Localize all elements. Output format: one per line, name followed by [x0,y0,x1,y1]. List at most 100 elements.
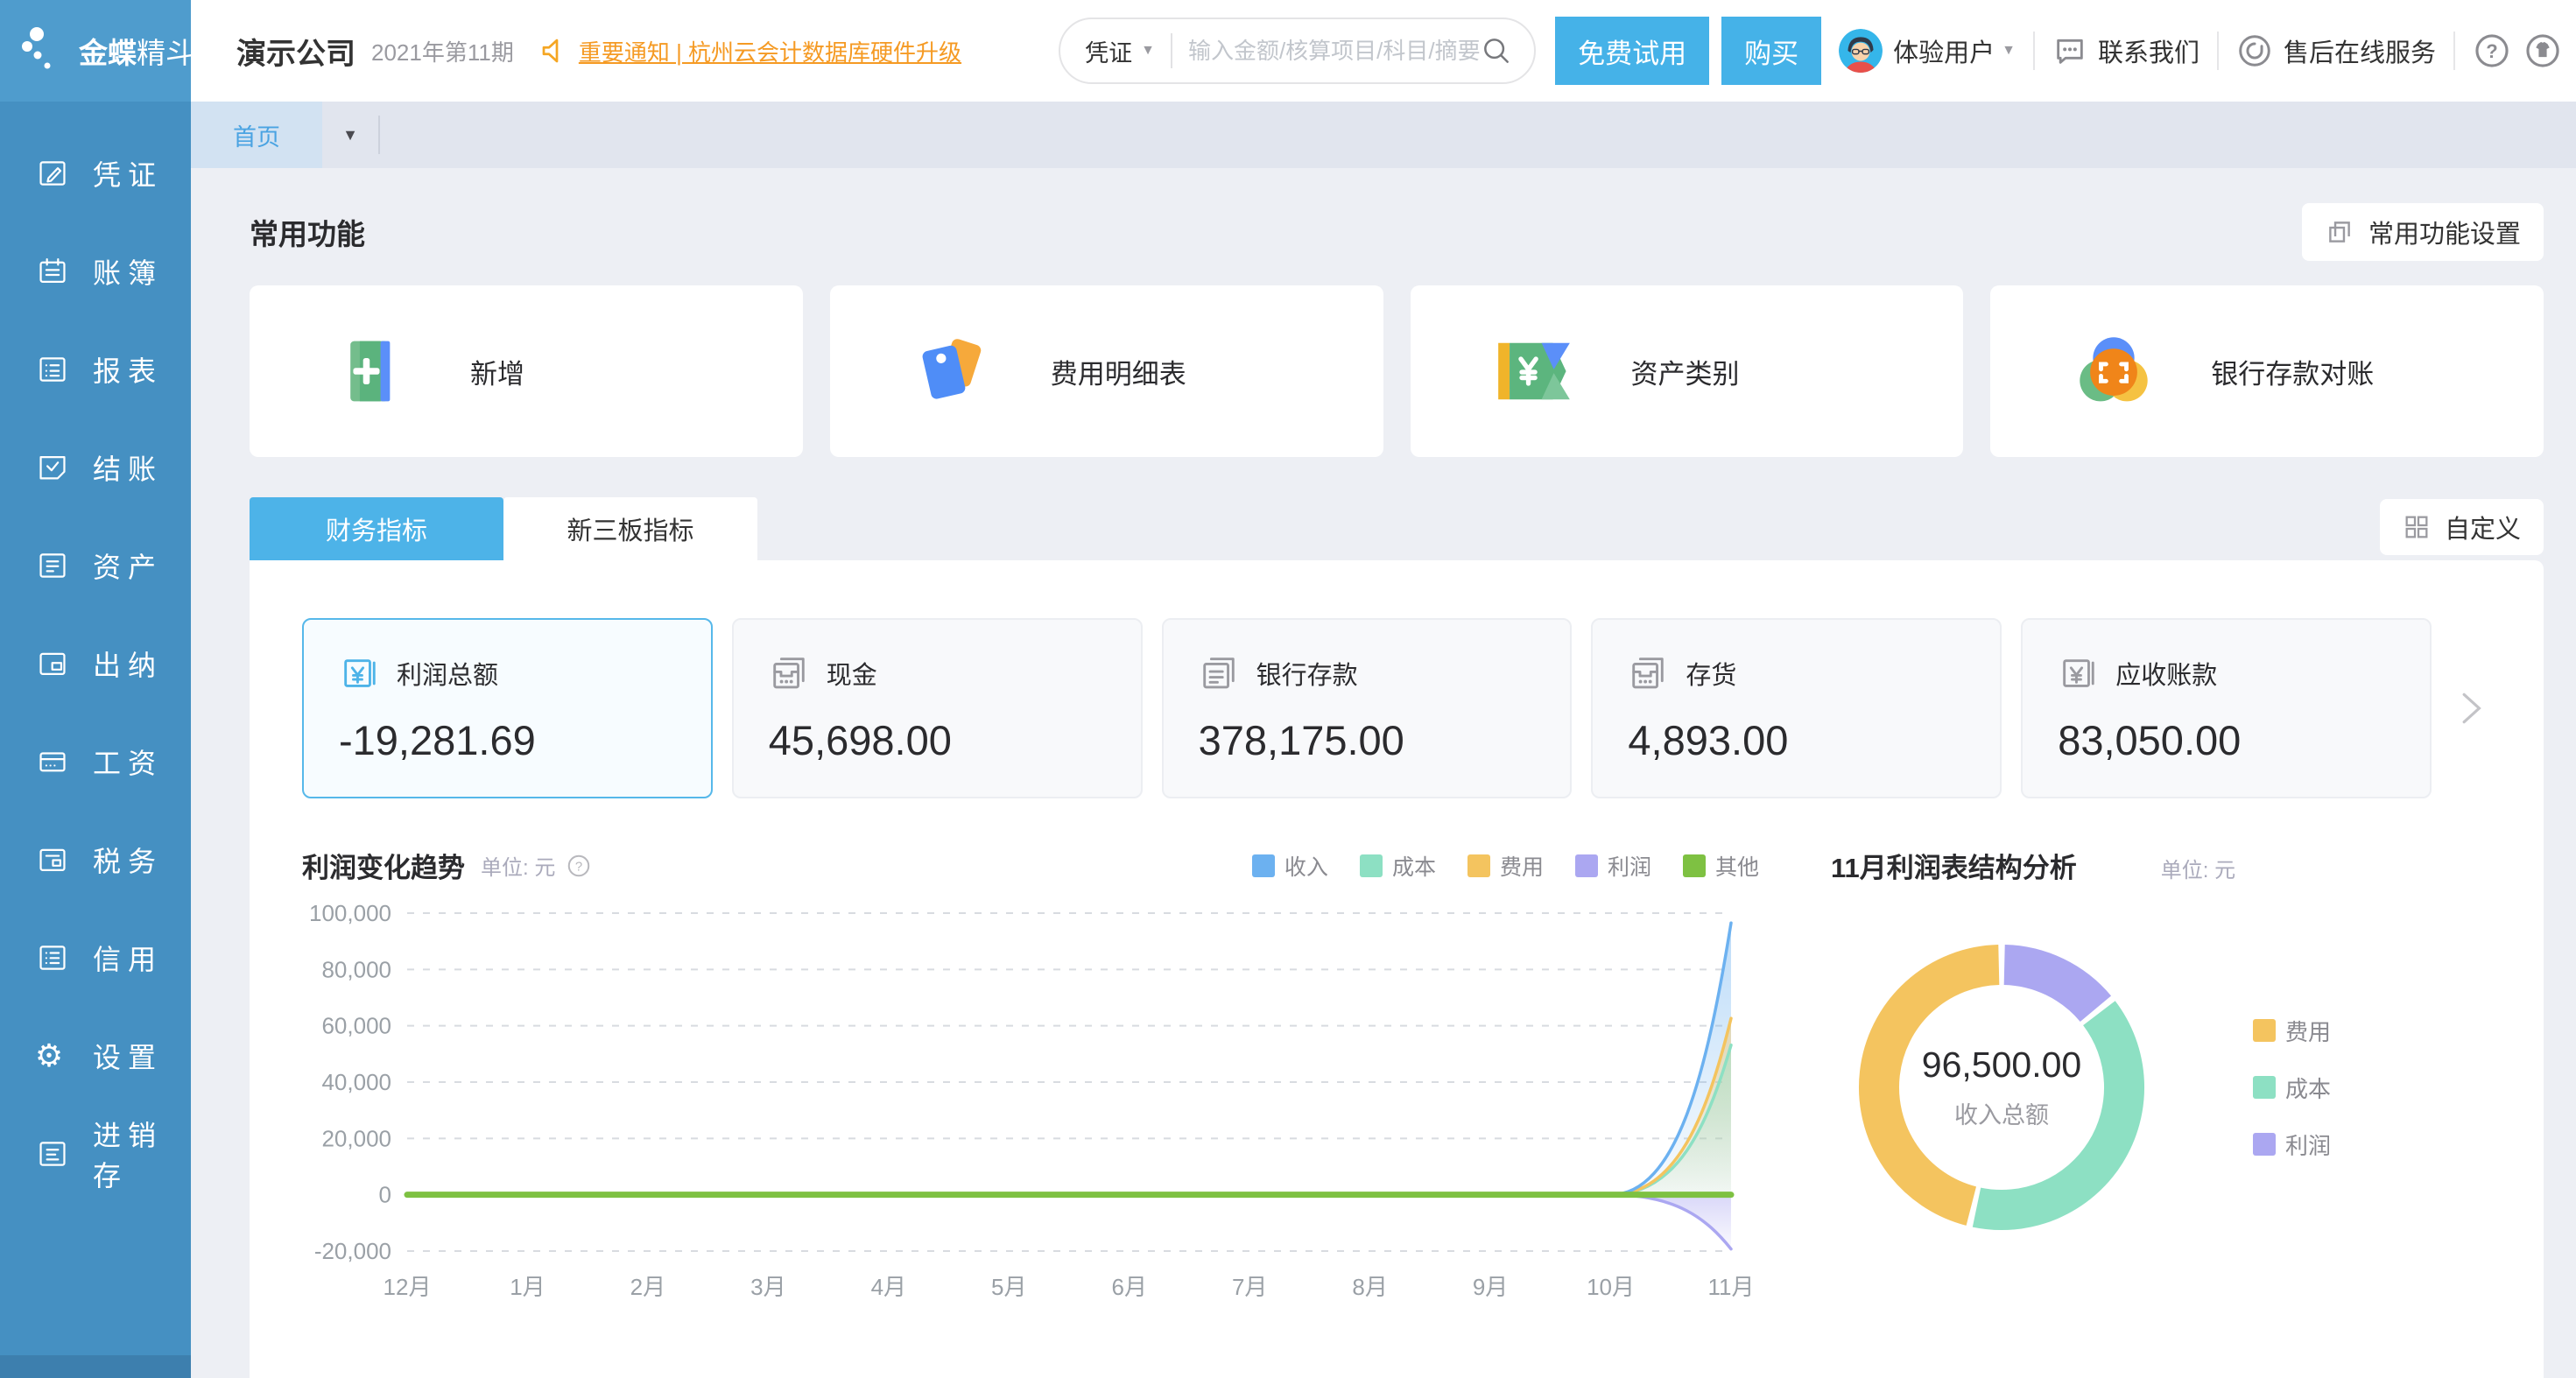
gear-icon: ⚙ [35,1038,70,1073]
brand-name-light: 精斗云 [137,37,223,69]
metric-cards-row: 利润总额 -19,281.69 现金 45,698.00 银行存款 378,17… [302,618,2491,798]
search-icon[interactable] [1480,34,1513,67]
quick-card-费用明细表[interactable]: 费用明细表 [830,285,1383,457]
tab-dropdown-button[interactable]: ▼ [322,102,378,168]
legend-swatch [2253,1019,2276,1042]
sidebar-item-设置[interactable]: ⚙ 设置 [0,1007,191,1105]
line-chart-legend: 收入 成本 费用 利润 其他 [1252,850,1759,882]
sidebar-item-label: 账簿 [93,251,163,292]
brand-logo[interactable]: 金蝶精斗云 [0,0,191,102]
legend-item-成本[interactable]: 成本 [1360,850,1436,882]
indicator-tabs: 财务指标 新三板指标 [250,497,757,560]
income-structure-header: 11月利润表结构分析 单位: 元 [1831,846,2491,885]
sidebar-item-工资[interactable]: 工资 [0,713,191,811]
quick-card-label: 新增 [470,352,524,391]
cash-drawer-icon [1628,653,1668,693]
brand-name: 金蝶精斗云 [79,30,223,72]
speaker-icon [538,35,570,67]
metric-card-label: 利润总额 [397,655,498,692]
quick-functions-header: 常用功能 常用功能设置 [250,203,2544,261]
metric-card-利润总额[interactable]: 利润总额 -19,281.69 [302,618,713,798]
sidebar-item-结账[interactable]: 结账 [0,418,191,517]
user-name-label: 体验用户 [1893,32,1995,69]
legend-item-费用[interactable]: 费用 [1467,850,1544,882]
profit-trend-header: 利润变化趋势 单位: 元 ? 收入 成本 费用 利润 [302,846,1773,885]
salary-icon [35,744,70,779]
free-trial-button[interactable]: 免费试用 [1555,17,1709,85]
tab-neeq-indicators[interactable]: 新三板指标 [503,497,757,560]
sidebar-item-进销存[interactable]: 进销存 [0,1105,191,1203]
customize-button[interactable]: 自定义 [2380,499,2544,555]
search-category-dropdown[interactable]: 凭证 ▼ [1085,34,1155,68]
donut-legend-item-利润[interactable]: 利润 [2253,1128,2331,1161]
quick-card-新增[interactable]: 新增 [250,285,803,457]
legend-item-收入[interactable]: 收入 [1252,850,1328,882]
notice-link[interactable]: 重要通知 | 杭州云会计数据库硬件升级 [579,35,961,67]
svg-text:100,000: 100,000 [309,900,391,926]
quick-card-label: 资产类别 [1631,352,1740,391]
metrics-scroll-right-button[interactable] [2451,689,2491,728]
metric-card-value: 83,050.00 [2058,716,2430,764]
buy-button[interactable]: 购买 [1721,17,1821,85]
tab-financial-indicators[interactable]: 财务指标 [250,497,503,560]
copy-icon [2325,217,2354,247]
sidebar-item-凭证[interactable]: 凭证 [0,124,191,222]
profit-trend-line-chart[interactable]: 100,00080,00060,00040,00020,0000-20,0001… [302,897,1756,1309]
legend-item-利润[interactable]: 利润 [1575,850,1651,882]
after-sales-label: 售后在线服务 [2284,32,2436,69]
metric-card-现金[interactable]: 现金 45,698.00 [732,618,1143,798]
income-structure-chart-block: 11月利润表结构分析 单位: 元 96,500.00 收入总额 费用 成本 利润 [1773,846,2491,1309]
donut-legend-item-成本[interactable]: 成本 [2253,1072,2331,1104]
header: 演示公司 2021年第11期 重要通知 | 杭州云会计数据库硬件升级 凭证 ▼ … [191,0,2576,102]
help-icon[interactable]: ? [2473,32,2511,70]
yen-doc-icon [2058,653,2098,693]
metric-card-存货[interactable]: 存货 4,893.00 [1591,618,2002,798]
metric-card-header: 银行存款 [1199,653,1571,693]
metric-card-header: 应收账款 [2058,653,2430,693]
legend-item-其他[interactable]: 其他 [1683,850,1759,882]
contact-us-link[interactable]: 联系我们 [2052,32,2199,69]
user-menu[interactable]: 体验用户 ▼ [1893,32,2016,69]
sidebar-item-账簿[interactable]: 账簿 [0,222,191,320]
sidebar-item-报表[interactable]: 报表 [0,320,191,418]
profit-trend-chart-block: 利润变化趋势 单位: 元 ? 收入 成本 费用 利润 [302,846,1773,1309]
metric-card-应收账款[interactable]: 应收账款 83,050.00 [2021,618,2432,798]
svg-text:?: ? [2486,40,2497,62]
accounting-period: 2021年第11期 [371,35,514,67]
page-tabbar: 首页 ▼ [191,102,2576,168]
after-sales-link[interactable]: 售后在线服务 [2236,32,2436,69]
svg-text:6月: 6月 [1111,1274,1146,1300]
sidebar-item-出纳[interactable]: 出纳 [0,615,191,713]
svg-text:0: 0 [379,1182,391,1208]
voucher-icon [35,156,70,191]
profit-trend-unit: 单位: 元 [481,850,555,881]
sidebar-item-信用[interactable]: 信用 [0,909,191,1007]
profit-trend-title: 利润变化趋势 [302,846,465,885]
help-circle-icon[interactable]: ? [566,853,592,879]
sidebar-menu: 凭证 账簿 报表 结账 资产 出纳 工资 税务 信用⚙ 设置 [0,102,191,1203]
customize-label: 自定义 [2445,509,2521,545]
legend-label: 成本 [1392,850,1436,882]
avatar[interactable] [1839,29,1883,73]
quick-card-label: 费用明细表 [1051,352,1186,391]
sidebar-item-label: 工资 [93,742,163,782]
metric-card-银行存款[interactable]: 银行存款 378,175.00 [1162,618,1573,798]
legend-swatch [2253,1076,2276,1099]
search-input[interactable] [1188,38,1480,65]
tax-icon [35,842,70,877]
sidebar-item-税务[interactable]: 税务 [0,811,191,909]
income-structure-donut-chart[interactable] [1831,917,2172,1258]
sidebar-item-资产[interactable]: 资产 [0,517,191,615]
svg-text:40,000: 40,000 [321,1069,391,1095]
tab-home[interactable]: 首页 [191,102,322,168]
svg-text:?: ? [575,859,582,874]
quick-card-资产类别[interactable]: 资产类别 [1411,285,1964,457]
svg-text:10月: 10月 [1587,1274,1635,1300]
theme-skin-icon[interactable] [2523,32,2562,70]
legend-label: 收入 [1284,850,1328,882]
metric-card-label: 银行存款 [1256,655,1358,692]
donut-legend-item-费用[interactable]: 费用 [2253,1015,2331,1047]
header-divider [2033,32,2035,70]
quick-functions-settings-button[interactable]: 常用功能设置 [2302,203,2544,261]
quick-card-银行存款对账[interactable]: 银行存款对账 [1990,285,2544,457]
